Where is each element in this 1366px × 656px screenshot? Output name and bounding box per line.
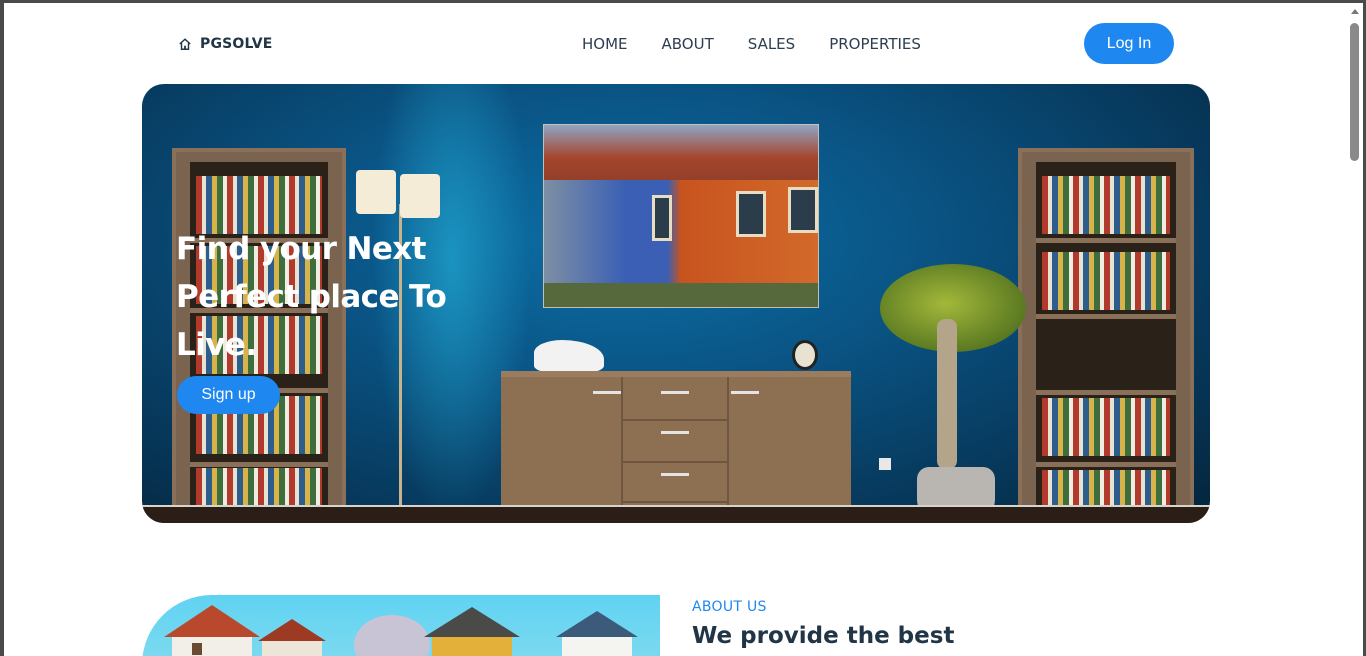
lamp-shade (356, 170, 396, 214)
about-houses-illustration (164, 605, 638, 656)
about-image (142, 595, 660, 656)
hero-title: Find your Next Perfect place To Live. (176, 231, 447, 363)
login-button[interactable]: Log In (1084, 23, 1174, 64)
home-icon (179, 38, 191, 50)
nav-sales[interactable]: SALES (748, 35, 795, 53)
hero-banner: Find your Next Perfect place To Live. Si… (142, 84, 1210, 523)
brand-name: PGSOLVE (200, 36, 273, 52)
main-nav: HOME ABOUT SALES PROPERTIES (582, 35, 955, 53)
hero-clock (792, 340, 818, 370)
scrollbar-thumb[interactable] (1350, 23, 1359, 161)
nav-properties[interactable]: PROPERTIES (829, 35, 921, 53)
nav-home[interactable]: HOME (582, 35, 628, 53)
brand-logo[interactable]: PGSOLVE (178, 36, 273, 52)
nav-about[interactable]: ABOUT (662, 35, 714, 53)
about-section-label: ABOUT US (692, 599, 767, 615)
hero-wall-socket (879, 458, 891, 470)
signup-button[interactable]: Sign up (177, 376, 280, 414)
hero-plant-trunk (937, 319, 957, 469)
scroll-up-arrow-icon[interactable] (1351, 9, 1359, 14)
hero-dresser (501, 371, 851, 523)
about-section-title: We provide the best (692, 623, 955, 649)
lamp-shade (400, 174, 440, 218)
hero-statue (534, 340, 604, 372)
hero-floor (142, 507, 1210, 523)
browser-viewport: PGSOLVE HOME ABOUT SALES PROPERTIES Log … (4, 3, 1363, 656)
hero-bookshelf-right (1018, 148, 1194, 523)
hero-wall-painting (543, 124, 819, 308)
